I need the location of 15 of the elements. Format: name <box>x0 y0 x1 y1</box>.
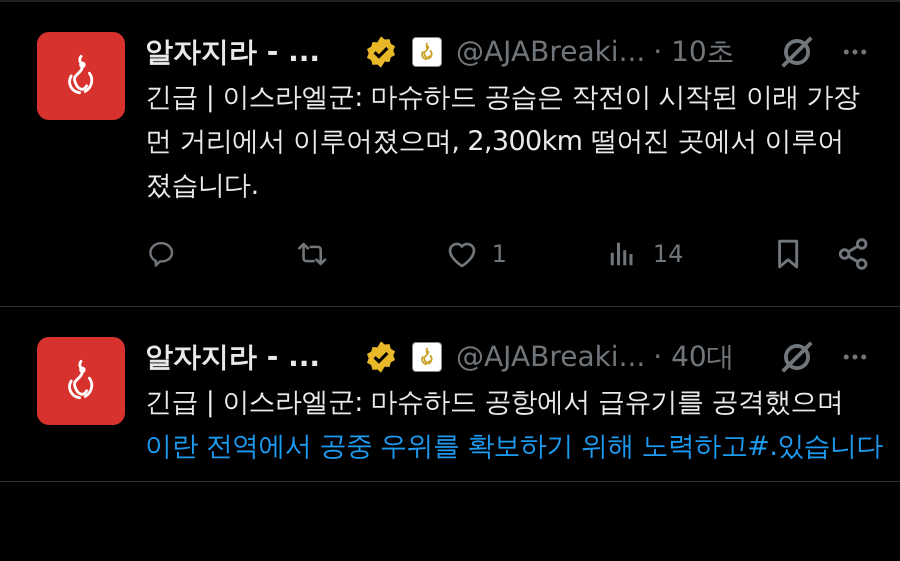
handle[interactable]: @AJABreaki... <box>456 336 646 378</box>
avatar[interactable] <box>37 32 125 120</box>
handle[interactable]: @AJABreaki... <box>456 31 646 73</box>
like-count: 1 <box>492 239 507 270</box>
hashtag-link[interactable]: 이란 전역에서 공중 우위를 확보하기 위해 노력하고# <box>145 431 770 462</box>
timestamp[interactable]: · 40대 <box>653 336 735 378</box>
hashtag-link[interactable]: .있습니다 <box>769 431 883 462</box>
display-name[interactable]: 알자지라 - ... <box>145 336 320 378</box>
display-name[interactable]: 알자지라 - ... <box>145 31 320 73</box>
timestamp[interactable]: · 10초 <box>653 31 735 73</box>
tweet-text: 긴급 | 이스라엘군: 마슈하드 공습은 작전이 시작된 이래 가장 먼 거리에서 이루어졌으며, 2,300km 떨어진 곳에서 이루어졌습니다. <box>145 81 860 203</box>
avatar[interactable] <box>37 337 125 425</box>
affiliate-logo-icon <box>412 342 442 372</box>
view-count: 14 <box>652 239 684 270</box>
affiliate-logo-icon <box>412 37 442 67</box>
